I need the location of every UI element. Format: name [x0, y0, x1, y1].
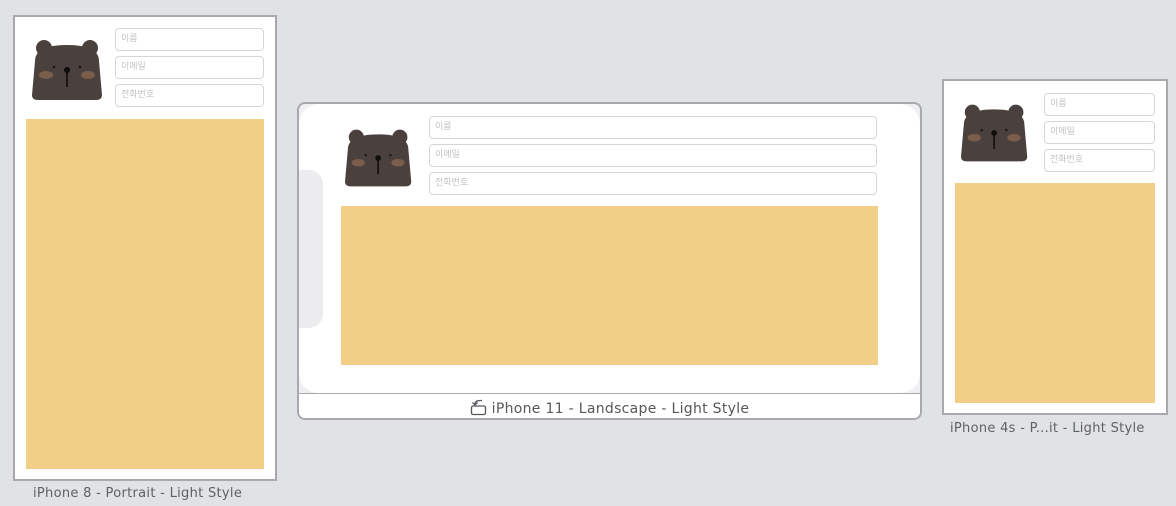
bear-icon	[32, 40, 102, 100]
bear-icon	[961, 104, 1028, 162]
bear-icon	[345, 129, 412, 187]
device-label-bar: iPhone 11 - Landscape - Light Style	[299, 393, 920, 418]
email-field[interactable]: 이메일	[115, 56, 264, 79]
device-screen: 이름 이메일 전화번호	[299, 104, 920, 393]
email-field[interactable]: 이메일	[429, 144, 877, 167]
name-field[interactable]: 이름	[429, 116, 877, 139]
iphone8-portrait-device[interactable]: 이름 이메일 전화번호	[13, 15, 277, 481]
phone-field[interactable]: 전화번호	[1044, 149, 1155, 172]
email-field[interactable]: 이메일	[1044, 121, 1155, 144]
iphone8-device-label: iPhone 8 - Portrait - Light Style	[33, 486, 243, 501]
name-field[interactable]: 이름	[115, 28, 264, 51]
content-panel	[955, 183, 1155, 403]
iphone4s-device-label: iPhone 4s - P...it - Light Style	[950, 421, 1145, 436]
content-panel	[26, 119, 264, 469]
name-field[interactable]: 이름	[1044, 93, 1155, 116]
iphone4s-portrait-device[interactable]: 이름 이메일 전화번호	[942, 79, 1168, 415]
content-panel	[341, 206, 878, 365]
iphone11-landscape-device[interactable]: 이름 이메일 전화번호 iPhone 11 - Landscape - Ligh…	[297, 102, 922, 420]
rotate-icon[interactable]	[470, 398, 488, 416]
phone-field[interactable]: 전화번호	[115, 84, 264, 107]
device-notch	[299, 170, 323, 328]
iphone11-device-label: iPhone 11 - Landscape - Light Style	[491, 401, 750, 417]
phone-field[interactable]: 전화번호	[429, 172, 877, 195]
